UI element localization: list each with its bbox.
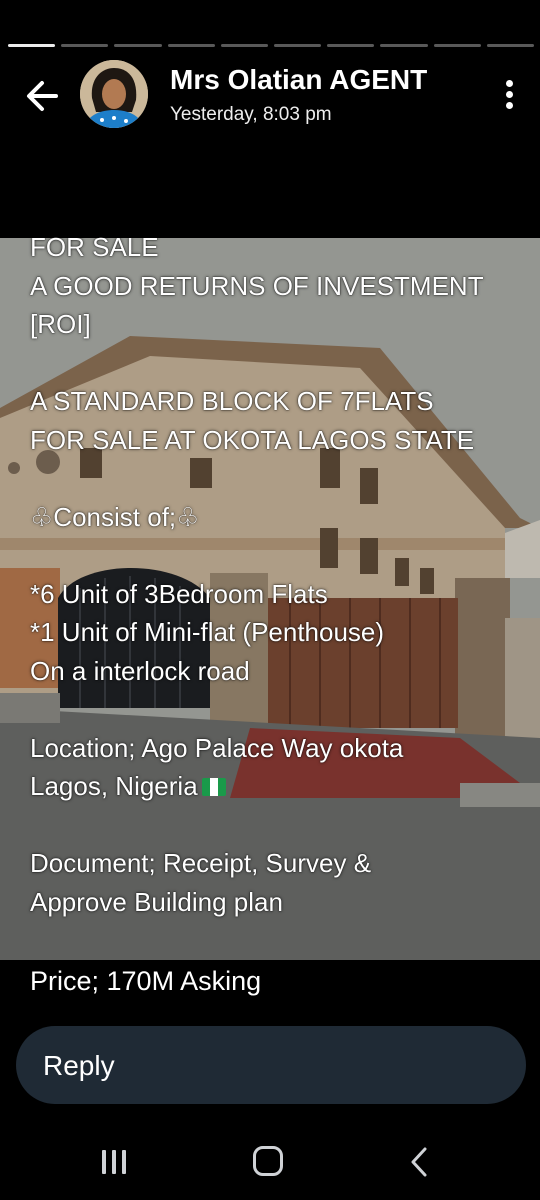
caption-line: *1 Unit of Mini-flat (Penthouse) <box>30 617 385 647</box>
more-vertical-icon[interactable] <box>502 80 516 116</box>
caption-line: ♧Consist of;♧ <box>30 501 200 532</box>
progress-segment <box>380 44 428 47</box>
progress-segment <box>61 44 109 47</box>
recent-apps-icon[interactable] <box>102 1150 132 1174</box>
caption-line: Document; Receipt, Survey & <box>30 848 372 878</box>
progress-segment <box>327 44 375 47</box>
system-nav-bar <box>0 1130 540 1190</box>
progress-segment <box>274 44 322 47</box>
progress-segment <box>220 44 269 47</box>
avatar[interactable] <box>80 60 148 128</box>
story-progress-bar <box>8 44 535 48</box>
reply-label: Reply <box>43 1050 115 1081</box>
reply-button[interactable]: Reply <box>16 1026 526 1104</box>
caption-line: Approve Building plan <box>30 886 283 917</box>
arrow-left-icon[interactable] <box>20 74 64 118</box>
progress-segment <box>486 44 535 47</box>
progress-segment <box>167 44 215 47</box>
caption-line: On a interlock road <box>30 655 250 686</box>
post-timestamp: Yesterday, 8:03 pm <box>170 104 332 125</box>
progress-segment <box>8 44 56 47</box>
progress-segment <box>433 44 481 47</box>
caption-line: Lagos, Nigeria <box>30 771 198 801</box>
price-text: Price; 170M Asking <box>30 966 262 996</box>
home-icon[interactable] <box>253 1146 283 1176</box>
post-caption: FOR SALE A GOOD RETURNS OF INVESTMENT [R… <box>30 228 520 921</box>
progress-segment <box>114 44 162 47</box>
caption-line: A STANDARD BLOCK OF 7FLATS <box>30 386 434 416</box>
caption-line: FOR SALE <box>30 232 159 262</box>
caption-line: [ROI] <box>30 309 91 339</box>
caption-line: Location; Ago Palace Way okota <box>30 732 404 763</box>
nav-back-icon[interactable] <box>408 1146 430 1178</box>
caption-line: A GOOD RETURNS OF INVESTMENT <box>30 270 484 301</box>
caption-line: FOR SALE AT OKOTA LAGOS STATE <box>30 424 475 455</box>
caption-line: *6 Unit of 3Bedroom Flats <box>30 578 328 609</box>
nigeria-flag-icon <box>201 778 226 796</box>
caption-line-with-flag: Lagos, Nigeria <box>30 767 520 806</box>
story-header: Mrs Olatian AGENT Yesterday, 8:03 pm <box>0 60 540 132</box>
author-name[interactable]: Mrs Olatian AGENT <box>170 64 427 96</box>
